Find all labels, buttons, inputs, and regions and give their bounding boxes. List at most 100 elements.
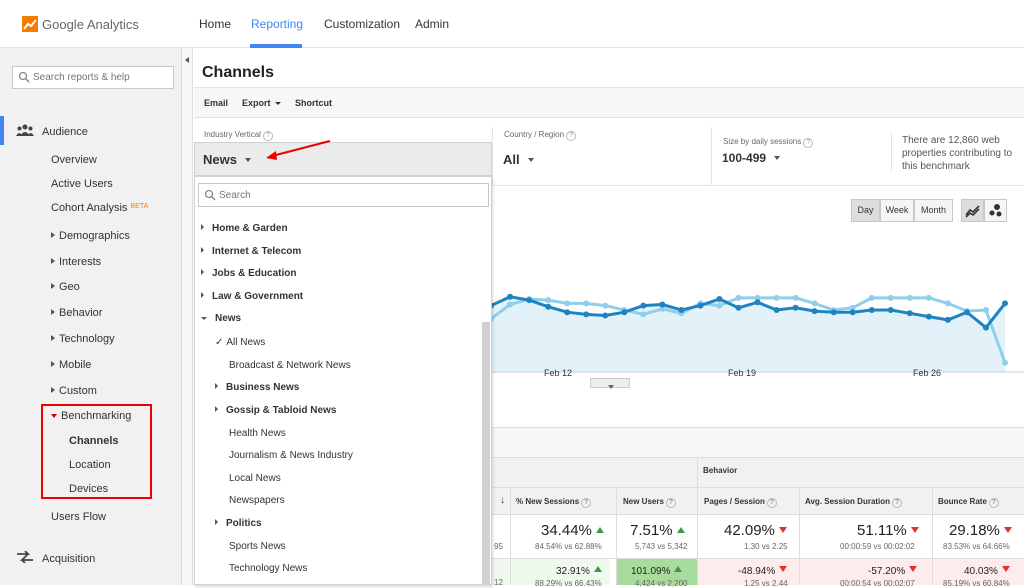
data-point[interactable]: [906, 294, 913, 301]
data-point[interactable]: [564, 309, 571, 316]
data-point[interactable]: [507, 301, 514, 308]
search-input[interactable]: [33, 67, 171, 88]
sidebar-collapse-strip[interactable]: [182, 48, 193, 585]
export-button[interactable]: Export: [242, 98, 281, 108]
data-point[interactable]: [640, 302, 647, 309]
data-point[interactable]: [925, 294, 932, 301]
google-analytics-logo[interactable]: Google Analytics: [22, 14, 139, 34]
data-point[interactable]: [1002, 359, 1008, 366]
dropdown-item-local-news[interactable]: Local News: [229, 473, 281, 484]
nav-admin[interactable]: Admin: [415, 17, 449, 31]
data-point[interactable]: [792, 294, 799, 301]
data-point[interactable]: [602, 302, 609, 309]
data-point[interactable]: [545, 297, 552, 304]
country-region-select[interactable]: All: [503, 152, 534, 167]
industry-vertical-value[interactable]: News: [203, 152, 251, 167]
dropdown-search[interactable]: [198, 183, 489, 207]
nav-reporting[interactable]: Reporting: [251, 17, 303, 31]
data-point[interactable]: [925, 313, 932, 320]
data-point[interactable]: [868, 307, 875, 313]
chart-expand-handle[interactable]: [590, 378, 630, 389]
data-point[interactable]: [583, 311, 590, 318]
sidebar-section-acquisition[interactable]: Acquisition: [16, 550, 95, 565]
data-point[interactable]: [887, 294, 894, 301]
help-icon[interactable]: ?: [766, 498, 777, 508]
dropdown-item-technology-news[interactable]: Technology News: [229, 563, 307, 574]
dropdown-item-gossip-news[interactable]: Gossip & Tabloid News: [215, 405, 336, 416]
col-new-sessions[interactable]: % New Sessions?: [516, 497, 592, 508]
col-pages-session[interactable]: Pages / Session?: [704, 497, 777, 508]
dropdown-item-politics[interactable]: Politics: [215, 518, 262, 529]
sidebar-item-demographics[interactable]: Demographics: [51, 230, 130, 242]
motion-chart-button[interactable]: [984, 199, 1007, 222]
size-select[interactable]: 100-499: [722, 151, 781, 165]
data-point[interactable]: [887, 307, 894, 313]
data-point[interactable]: [944, 316, 951, 323]
dropdown-category-jobs-education[interactable]: Jobs & Education: [201, 268, 296, 279]
dropdown-item-journalism[interactable]: Journalism & News Industry: [229, 450, 353, 461]
data-point[interactable]: [697, 302, 704, 309]
dropdown-item-broadcast-news[interactable]: Broadcast & Network News: [229, 360, 351, 371]
dropdown-item-health-news[interactable]: Health News: [229, 428, 286, 439]
dropdown-category-news[interactable]: News: [201, 313, 241, 324]
dropdown-item-sports-news[interactable]: Sports News: [229, 541, 286, 552]
help-icon[interactable]: ?: [665, 498, 676, 508]
data-point[interactable]: [716, 302, 723, 309]
data-point[interactable]: [811, 308, 818, 315]
collapse-sidebar-icon[interactable]: [185, 57, 189, 63]
nav-home[interactable]: Home: [199, 17, 231, 31]
data-point[interactable]: [773, 307, 780, 313]
dropdown-search-input[interactable]: [219, 184, 479, 206]
data-point[interactable]: [640, 311, 647, 318]
email-button[interactable]: Email: [204, 98, 228, 108]
data-point[interactable]: [944, 300, 951, 307]
nav-customization[interactable]: Customization: [324, 17, 400, 31]
data-point[interactable]: [545, 303, 552, 310]
sidebar-section-audience[interactable]: Audience: [16, 124, 88, 138]
sidebar-item-custom[interactable]: Custom: [51, 385, 97, 397]
sidebar-item-active-users[interactable]: Active Users: [51, 178, 113, 190]
sidebar-search[interactable]: [12, 66, 174, 89]
sidebar-item-technology[interactable]: Technology: [51, 333, 115, 345]
sidebar-item-cohort-analysis[interactable]: Cohort Analysis BETA: [51, 202, 148, 214]
data-point[interactable]: [792, 304, 799, 311]
month-button[interactable]: Month: [914, 199, 953, 222]
sidebar-item-overview[interactable]: Overview: [51, 154, 97, 166]
data-point[interactable]: [507, 293, 514, 300]
help-icon[interactable]: ?: [581, 498, 592, 508]
col-bounce-rate[interactable]: Bounce Rate?: [938, 497, 999, 508]
data-point[interactable]: [602, 312, 609, 319]
data-point[interactable]: [773, 294, 780, 301]
col-new-users[interactable]: New Users?: [623, 497, 676, 508]
data-point[interactable]: [659, 301, 666, 308]
data-point[interactable]: [735, 304, 742, 311]
dropdown-scrollbar[interactable]: [482, 322, 490, 585]
sort-desc-icon[interactable]: ↓: [500, 495, 505, 506]
sidebar-item-interests[interactable]: Interests: [51, 256, 101, 268]
line-chart-button[interactable]: [961, 199, 984, 222]
data-point[interactable]: [1002, 300, 1008, 307]
week-button[interactable]: Week: [880, 199, 914, 222]
help-icon[interactable]: ?: [892, 498, 903, 508]
data-point[interactable]: [678, 307, 685, 313]
dropdown-category-home-garden[interactable]: Home & Garden: [201, 223, 288, 234]
data-point[interactable]: [868, 294, 875, 301]
data-point[interactable]: [849, 309, 856, 316]
data-point[interactable]: [564, 300, 571, 307]
data-point[interactable]: [811, 300, 818, 307]
sidebar-item-users-flow[interactable]: Users Flow: [51, 511, 106, 523]
data-point[interactable]: [906, 310, 913, 317]
day-button[interactable]: Day: [851, 199, 880, 222]
data-point[interactable]: [583, 300, 590, 307]
data-point[interactable]: [830, 309, 837, 316]
data-point[interactable]: [735, 294, 742, 301]
sidebar-item-geo[interactable]: Geo: [51, 281, 80, 293]
data-point[interactable]: [754, 299, 761, 306]
dropdown-category-law-government[interactable]: Law & Government: [201, 291, 303, 302]
dropdown-category-internet-telecom[interactable]: Internet & Telecom: [201, 246, 301, 257]
data-point[interactable]: [526, 297, 533, 304]
sidebar-item-mobile[interactable]: Mobile: [51, 359, 91, 371]
help-icon[interactable]: ?: [803, 138, 814, 148]
data-point[interactable]: [982, 324, 989, 331]
data-point[interactable]: [621, 309, 628, 316]
